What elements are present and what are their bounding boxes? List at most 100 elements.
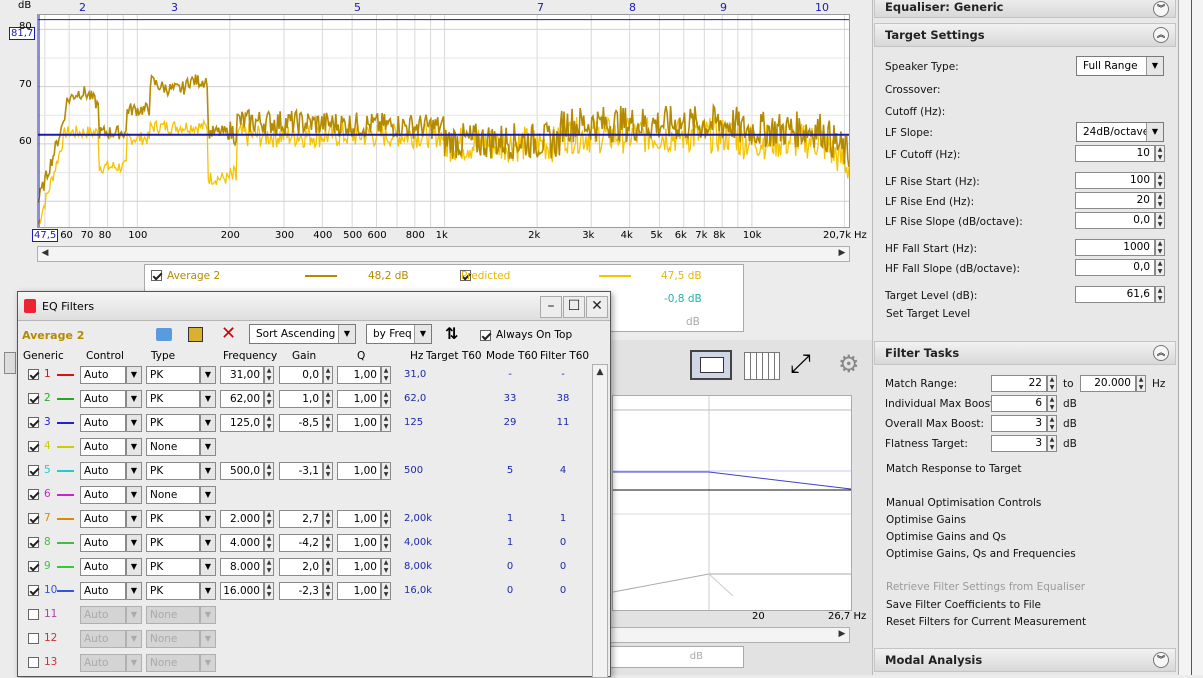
scroll-up-icon[interactable]: ▲	[594, 366, 606, 378]
maximize-icon[interactable]: ☐	[563, 296, 585, 318]
chevron-down-icon[interactable]: ▼	[1146, 57, 1163, 75]
filter-enable-checkbox[interactable]	[28, 513, 39, 524]
collapse-filter-tasks-icon[interactable]: ︽	[1153, 345, 1169, 361]
chevron-down-icon[interactable]: ▼	[200, 534, 216, 552]
speaker-type-select[interactable]: Full Range ▼	[1076, 56, 1164, 76]
hf-fall-start-input[interactable]: 1000	[1075, 239, 1155, 256]
grid-view-icon[interactable]	[744, 352, 780, 380]
retrieve-filters-button[interactable]: Retrieve Filter Settings from Equaliser	[886, 581, 1085, 593]
flatness-target-stepper[interactable]: ▲ ▼	[1047, 435, 1057, 452]
chevron-down-icon[interactable]: ▼	[1146, 123, 1163, 141]
chevron-down-icon[interactable]: ▼	[126, 510, 142, 528]
lf-slope-select[interactable]: 24dB/octave ▼	[1076, 122, 1164, 142]
chevron-down-icon[interactable]: ▼	[126, 438, 142, 456]
filter-frequency-stepper[interactable]: ▲ ▼	[264, 534, 274, 552]
filter-q-stepper[interactable]: ▲ ▼	[381, 510, 391, 528]
manual-controls-button[interactable]: Manual Optimisation Controls	[886, 497, 1041, 509]
equaliser-header[interactable]: Equaliser: Generic ︾	[874, 0, 1176, 18]
filter-type-select[interactable]: None	[146, 438, 200, 456]
reset-filters-button[interactable]: Reset Filters for Current Measurement	[886, 616, 1086, 628]
collapse-target-settings-icon[interactable]: ︽	[1153, 27, 1169, 43]
filter-type-select[interactable]: PK	[146, 390, 200, 408]
optimise-all-button[interactable]: Optimise Gains, Qs and Frequencies	[886, 548, 1076, 560]
chevron-down-icon[interactable]: ▼	[200, 390, 216, 408]
secondary-horizontal-scrollbar[interactable]: ▶	[610, 627, 850, 643]
right-panel-scrollbar[interactable]	[1178, 0, 1203, 675]
spl-plot[interactable]	[37, 14, 850, 228]
filter-enable-checkbox[interactable]	[28, 369, 39, 380]
filter-type-select[interactable]: PK	[146, 414, 200, 432]
filter-enable-checkbox[interactable]	[28, 585, 39, 596]
sort-direction-icon[interactable]: ⇅	[445, 324, 458, 343]
expand-arrows-icon[interactable]: ⤢	[790, 350, 811, 378]
filter-gain-stepper[interactable]: ▲ ▼	[323, 366, 333, 384]
filter-enable-checkbox[interactable]	[28, 417, 39, 428]
filter-frequency-stepper[interactable]: ▲ ▼	[264, 390, 274, 408]
side-tool-icon[interactable]	[4, 352, 16, 374]
filter-control-select[interactable]: Auto	[80, 654, 126, 672]
chevron-down-icon[interactable]: ▼	[200, 462, 216, 480]
always-on-top-checkbox[interactable]	[480, 330, 491, 341]
filter-enable-checkbox[interactable]	[28, 633, 39, 644]
chevron-down-icon[interactable]: ▼	[200, 486, 216, 504]
lf-cutoff-stepper[interactable]: ▲ ▼	[1155, 145, 1165, 162]
open-folder-icon[interactable]	[156, 328, 172, 341]
lf-cutoff-input[interactable]: 10	[1075, 145, 1155, 162]
hf-fall-slope-input[interactable]: 0,0	[1075, 259, 1155, 276]
overall-max-boost-input[interactable]: 3	[991, 415, 1047, 432]
filter-gain-stepper[interactable]: ▲ ▼	[323, 414, 333, 432]
filter-frequency-stepper[interactable]: ▲ ▼	[264, 462, 274, 480]
filter-gain-stepper[interactable]: ▲ ▼	[323, 390, 333, 408]
chevron-down-icon[interactable]: ▼	[200, 606, 216, 624]
filter-type-select[interactable]: None	[146, 606, 200, 624]
chevron-down-icon[interactable]: ▼	[200, 630, 216, 648]
filter-control-select[interactable]: Auto	[80, 390, 126, 408]
filter-frequency-input[interactable]: 8.000	[220, 558, 264, 576]
target-level-stepper[interactable]: ▲ ▼	[1155, 286, 1165, 303]
filter-q-stepper[interactable]: ▲ ▼	[381, 462, 391, 480]
filter-gain-input[interactable]: -8,5	[279, 414, 323, 432]
modal-analysis-header[interactable]: Modal Analysis ︾	[874, 648, 1176, 672]
filter-control-select[interactable]: Auto	[80, 414, 126, 432]
filter-q-input[interactable]: 1,00	[337, 462, 381, 480]
filter-gain-stepper[interactable]: ▲ ▼	[323, 510, 333, 528]
filter-gain-stepper[interactable]: ▲ ▼	[323, 534, 333, 552]
filter-frequency-stepper[interactable]: ▲ ▼	[264, 582, 274, 600]
sort-select[interactable]: Sort Ascending ▼	[249, 324, 356, 344]
filter-control-select[interactable]: Auto	[80, 606, 126, 624]
hf-fall-start-stepper[interactable]: ▲ ▼	[1155, 239, 1165, 256]
filter-q-input[interactable]: 1,00	[337, 366, 381, 384]
filter-gain-input[interactable]: -2,3	[279, 582, 323, 600]
chevron-down-icon[interactable]: ▼	[200, 366, 216, 384]
gear-icon[interactable]: ⚙	[838, 350, 860, 378]
filter-q-stepper[interactable]: ▲ ▼	[381, 558, 391, 576]
set-target-level-button[interactable]: Set Target Level	[886, 308, 970, 320]
filter-type-select[interactable]: None	[146, 486, 200, 504]
filter-q-stepper[interactable]: ▲ ▼	[381, 390, 391, 408]
filter-q-input[interactable]: 1,00	[337, 510, 381, 528]
scroll-left-icon[interactable]: ◀	[39, 247, 51, 259]
match-response-button[interactable]: Match Response to Target	[886, 463, 1022, 475]
chevron-down-icon[interactable]: ▼	[200, 510, 216, 528]
filter-q-stepper[interactable]: ▲ ▼	[381, 366, 391, 384]
chevron-down-icon[interactable]: ▼	[200, 414, 216, 432]
filter-gain-stepper[interactable]: ▲ ▼	[323, 582, 333, 600]
lf-rise-start-input[interactable]: 100	[1075, 172, 1155, 189]
filter-q-stepper[interactable]: ▲ ▼	[381, 582, 391, 600]
filter-type-select[interactable]: PK	[146, 366, 200, 384]
filter-enable-checkbox[interactable]	[28, 489, 39, 500]
filter-frequency-input[interactable]: 62,00	[220, 390, 264, 408]
filter-control-select[interactable]: Auto	[80, 366, 126, 384]
flatness-target-input[interactable]: 3	[991, 435, 1047, 452]
filter-q-stepper[interactable]: ▲ ▼	[381, 414, 391, 432]
filter-enable-checkbox[interactable]	[28, 537, 39, 548]
filter-gain-input[interactable]: 2,0	[279, 558, 323, 576]
filter-control-select[interactable]: Auto	[80, 486, 126, 504]
lf-rise-slope-input[interactable]: 0,0	[1075, 212, 1155, 229]
lf-rise-end-input[interactable]: 20	[1075, 192, 1155, 209]
chevron-down-icon[interactable]: ▼	[126, 606, 142, 624]
match-range-to-input[interactable]: 20.000	[1080, 375, 1136, 392]
sort-by-select[interactable]: by Freq ▼	[366, 324, 432, 344]
filter-q-input[interactable]: 1,00	[337, 582, 381, 600]
filter-gain-input[interactable]: -4,2	[279, 534, 323, 552]
